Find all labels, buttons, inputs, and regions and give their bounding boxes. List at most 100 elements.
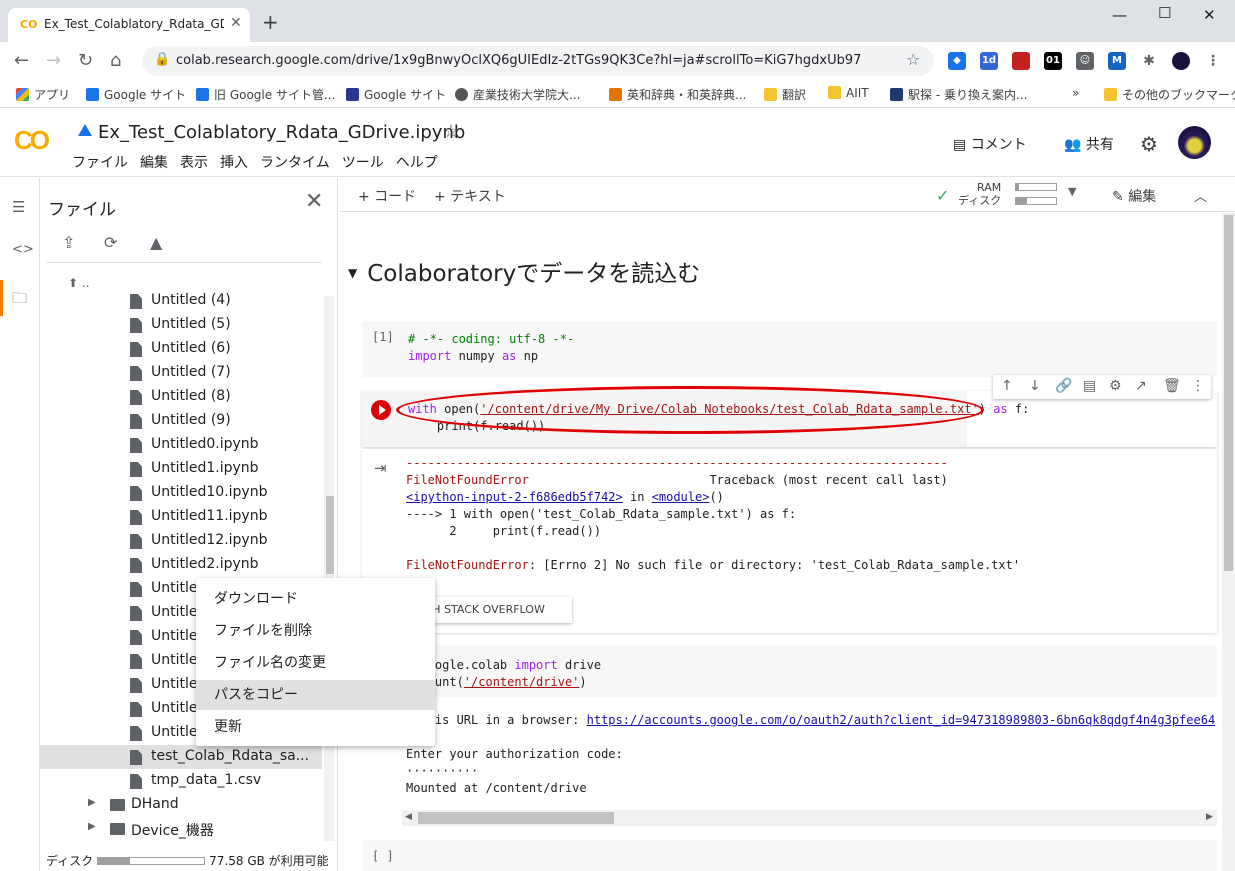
run-cell-button[interactable] bbox=[371, 400, 391, 420]
move-up-icon[interactable]: ↑ bbox=[1001, 378, 1013, 394]
scroll-left-icon[interactable]: ◀ bbox=[405, 812, 412, 822]
extension-icon[interactable]: ◆ bbox=[948, 52, 966, 70]
mirror-cell-icon[interactable]: ↗ bbox=[1135, 378, 1147, 394]
add-code-button[interactable]: + コード bbox=[358, 186, 416, 206]
menu-item-delete-file[interactable]: ファイルを削除 bbox=[196, 616, 435, 646]
profile-avatar-icon[interactable] bbox=[1172, 52, 1190, 70]
output-arrow-icon[interactable]: ⇥ bbox=[374, 459, 387, 477]
bookmark-item[interactable]: 駅探 - 乗り換え案内... bbox=[890, 86, 1027, 103]
file-item-selected[interactable]: test_Colab_Rdata_sa... bbox=[40, 745, 322, 769]
folder-item[interactable]: ▶ DHand bbox=[40, 793, 322, 817]
file-item[interactable]: Untitled (8) bbox=[40, 385, 322, 409]
bookmarks-overflow[interactable]: » bbox=[1072, 86, 1079, 100]
extension-icon[interactable]: 01 bbox=[1044, 52, 1062, 70]
file-item[interactable]: Untitled10.ipynb bbox=[40, 481, 322, 505]
browser-tab[interactable]: CO Ex_Test_Colablatory_Rdata_GDrive ✕ bbox=[8, 8, 250, 42]
file-item[interactable]: Untitled12.ipynb bbox=[40, 529, 322, 553]
forward-icon[interactable]: → bbox=[46, 52, 61, 70]
menu-help[interactable]: ヘルプ bbox=[396, 152, 438, 172]
file-item[interactable]: Untitled (5) bbox=[40, 313, 322, 337]
code-cell-4[interactable] bbox=[362, 840, 1217, 871]
file-item[interactable]: Untitled (6) bbox=[40, 337, 322, 361]
star-icon[interactable]: ☆ bbox=[443, 121, 459, 142]
bookmark-item[interactable]: 産業技術大学院大... bbox=[455, 86, 580, 103]
tab-close-icon[interactable]: ✕ bbox=[230, 15, 242, 31]
oauth-link[interactable]: https://accounts.google.com/o/oauth2/aut… bbox=[587, 713, 1216, 727]
user-avatar[interactable] bbox=[1178, 126, 1211, 159]
reload-icon[interactable]: ↻ bbox=[78, 52, 93, 70]
add-text-button[interactable]: + テキスト bbox=[434, 186, 506, 206]
minimize-icon[interactable]: — bbox=[1112, 6, 1127, 24]
file-item[interactable]: Untitled2.ipynb bbox=[40, 553, 322, 577]
menu-file[interactable]: ファイル bbox=[72, 152, 128, 172]
file-item[interactable]: tmp_data_1.csv bbox=[40, 769, 322, 793]
bookmark-item[interactable]: Google サイト bbox=[346, 86, 446, 103]
extension-icon[interactable]: ☺ bbox=[1076, 52, 1094, 70]
edit-button[interactable]: ✎ 編集 bbox=[1112, 186, 1156, 206]
cell-settings-icon[interactable]: ⚙ bbox=[1109, 378, 1122, 394]
menu-item-rename[interactable]: ファイル名の変更 bbox=[196, 648, 435, 678]
share-button[interactable]: 👥 共有 bbox=[1064, 134, 1114, 154]
collapse-triangle-icon[interactable]: ▼ bbox=[348, 266, 357, 280]
menu-item-copy-path[interactable]: パスをコピー bbox=[196, 680, 435, 710]
delete-icon[interactable]: 🗑 bbox=[1163, 378, 1181, 394]
toc-list-icon[interactable]: ☰ bbox=[12, 198, 25, 216]
folder-item[interactable]: ▶ Device_機器 bbox=[40, 817, 322, 841]
extension-icon[interactable]: 1d bbox=[980, 52, 998, 70]
file-item[interactable]: Untitled0.ipynb bbox=[40, 433, 322, 457]
menu-tools[interactable]: ツール bbox=[342, 152, 384, 172]
file-item[interactable]: Untitled (4) bbox=[40, 289, 322, 313]
resource-monitor[interactable]: RAM ディスク bbox=[958, 181, 1001, 207]
comment-button[interactable]: ▤ コメント bbox=[953, 134, 1027, 154]
bookmark-apps[interactable]: アプリ bbox=[16, 86, 70, 103]
files-folder-icon[interactable]: 🗀 bbox=[12, 288, 27, 313]
settings-gear-icon[interactable]: ⚙ bbox=[1140, 132, 1158, 156]
files-scrollbar-thumb[interactable] bbox=[326, 496, 334, 574]
notebook-scrollbar-thumb[interactable] bbox=[1224, 215, 1233, 571]
puzzle-icon[interactable]: ✱ bbox=[1140, 52, 1158, 70]
bookmark-star-icon[interactable]: ☆ bbox=[906, 50, 920, 69]
file-item[interactable]: Untitled (7) bbox=[40, 361, 322, 385]
output-scrollbar-thumb[interactable] bbox=[418, 812, 614, 824]
cell-3-code[interactable]: google.colab import drive e.mount('/cont… bbox=[406, 657, 601, 691]
extension-icon[interactable] bbox=[1012, 52, 1030, 70]
upload-icon[interactable]: ⇪ bbox=[62, 233, 75, 252]
code-snippets-icon[interactable]: <> bbox=[12, 242, 34, 257]
bookmark-folder[interactable]: 翻訳 bbox=[764, 86, 806, 103]
menu-edit[interactable]: 編集 bbox=[140, 152, 168, 172]
menu-insert[interactable]: 挿入 bbox=[220, 152, 248, 172]
notebook-title[interactable]: Ex_Test_Colablatory_Rdata_GDrive.ipynb bbox=[98, 122, 465, 143]
refresh-folder-icon[interactable]: ⟳ bbox=[104, 233, 117, 252]
bookmark-folder-other[interactable]: その他のブックマーク bbox=[1104, 86, 1235, 103]
home-icon[interactable]: ⌂ bbox=[110, 52, 121, 70]
menu-item-refresh[interactable]: 更新 bbox=[196, 712, 435, 742]
ipython-input-link[interactable]: <ipython-input-2-f686edb5f742> bbox=[406, 490, 623, 504]
parent-folder-item[interactable]: ⬆ .. bbox=[68, 276, 90, 290]
comment-icon[interactable]: ▤ bbox=[1083, 378, 1096, 394]
colab-logo[interactable]: CO bbox=[14, 125, 50, 156]
address-bar[interactable]: 🔒 colab.research.google.com/drive/1x9gBn… bbox=[142, 46, 934, 76]
dropdown-arrow-icon[interactable]: ▼ bbox=[1068, 185, 1076, 198]
menu-item-download[interactable]: ダウンロード bbox=[196, 584, 435, 614]
back-icon[interactable]: ← bbox=[14, 52, 29, 70]
link-icon[interactable]: 🔗 bbox=[1055, 378, 1072, 394]
file-item[interactable]: Untitled1.ipynb bbox=[40, 457, 322, 481]
close-icon[interactable]: ✕ bbox=[305, 189, 323, 214]
browser-menu-icon[interactable]: ⋮ bbox=[1204, 52, 1222, 70]
collapse-header-icon[interactable]: ︿ bbox=[1194, 186, 1207, 205]
bookmark-folder[interactable]: AIIT bbox=[828, 86, 869, 100]
bookmark-item[interactable]: 英和辞典・和英辞典... bbox=[609, 86, 746, 103]
menu-view[interactable]: 表示 bbox=[180, 152, 208, 172]
more-options-icon[interactable]: ⋮ bbox=[1191, 378, 1205, 394]
file-item[interactable]: Untitled (9) bbox=[40, 409, 322, 433]
extension-icon[interactable]: M bbox=[1108, 52, 1126, 70]
expand-arrow-icon[interactable]: ▶ bbox=[88, 797, 96, 808]
expand-arrow-icon[interactable]: ▶ bbox=[88, 821, 96, 832]
maximize-icon[interactable]: ☐ bbox=[1158, 4, 1171, 22]
file-item[interactable]: Untitled11.ipynb bbox=[40, 505, 322, 529]
menu-runtime[interactable]: ランタイム bbox=[260, 152, 330, 172]
bookmark-item[interactable]: Google サイト bbox=[86, 86, 186, 103]
window-close-icon[interactable]: ✕ bbox=[1203, 6, 1216, 24]
scroll-right-icon[interactable]: ▶ bbox=[1206, 812, 1213, 822]
mount-drive-icon[interactable]: ▲ bbox=[150, 233, 162, 252]
